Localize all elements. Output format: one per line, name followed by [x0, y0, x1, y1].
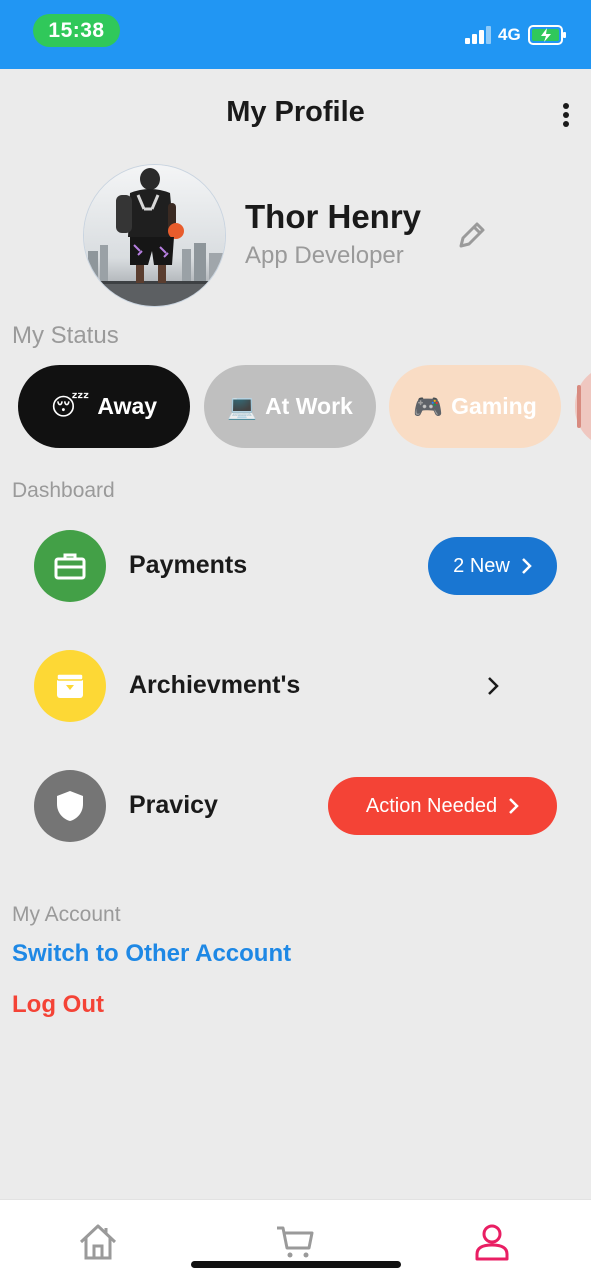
- game-controller-icon: 🎮: [413, 392, 444, 421]
- switch-account-link[interactable]: Switch to Other Account: [12, 940, 291, 968]
- privacy-badge-label: Action Needed: [365, 794, 498, 817]
- dashboard-heading: Dashboard: [12, 479, 115, 502]
- status-time: 15:38: [33, 14, 120, 47]
- network-type: 4G: [498, 25, 521, 44]
- home-indicator: [191, 1261, 401, 1268]
- dashboard-item-achievements[interactable]: Archievment's: [129, 671, 300, 700]
- status-bar: 15:38 4G: [0, 0, 591, 69]
- avatar[interactable]: [83, 164, 226, 307]
- status-chip-label: Gaming: [451, 393, 537, 419]
- payments-new-button[interactable]: 2 New: [428, 537, 557, 595]
- dashboard-item-privacy[interactable]: Pravicy: [129, 791, 218, 820]
- page-title: My Profile: [226, 96, 365, 128]
- cart-icon[interactable]: [275, 1222, 315, 1262]
- chevron-right-icon[interactable]: [486, 676, 500, 696]
- home-icon[interactable]: [78, 1222, 118, 1262]
- my-account-heading: My Account: [12, 903, 121, 926]
- archive-box-icon: [34, 650, 106, 722]
- battery-charging-icon: [528, 25, 566, 45]
- dashboard-item-payments[interactable]: Payments: [129, 551, 247, 580]
- user-icon[interactable]: [472, 1222, 512, 1262]
- profile-name: Thor Henry: [245, 198, 422, 235]
- sleepy-face-icon: 😴: [50, 392, 90, 421]
- privacy-action-button[interactable]: Action Needed: [328, 777, 557, 835]
- status-chip-away[interactable]: 😴 Away: [18, 365, 190, 448]
- more-vertical-icon[interactable]: [556, 100, 576, 130]
- pencil-icon[interactable]: [456, 219, 488, 251]
- status-chip-gaming[interactable]: 🎮 Gaming: [389, 365, 561, 448]
- profile-role: App Developer: [245, 242, 404, 269]
- shield-icon: [34, 770, 106, 842]
- status-chip-label: Away: [97, 393, 158, 419]
- chevron-right-icon: [521, 558, 532, 574]
- status-chip-at-work[interactable]: 💻 At Work: [204, 365, 376, 448]
- logout-link[interactable]: Log Out: [12, 991, 104, 1019]
- chevron-right-icon: [509, 798, 519, 814]
- status-chip-label: At Work: [265, 393, 353, 419]
- my-status-heading: My Status: [12, 322, 119, 349]
- laptop-icon: 💻: [227, 392, 258, 421]
- payments-badge-label: 2 New: [453, 554, 510, 577]
- status-chip-next-partial[interactable]: [575, 365, 591, 448]
- signal-strength-icon: [465, 26, 491, 44]
- briefcase-icon: [34, 530, 106, 602]
